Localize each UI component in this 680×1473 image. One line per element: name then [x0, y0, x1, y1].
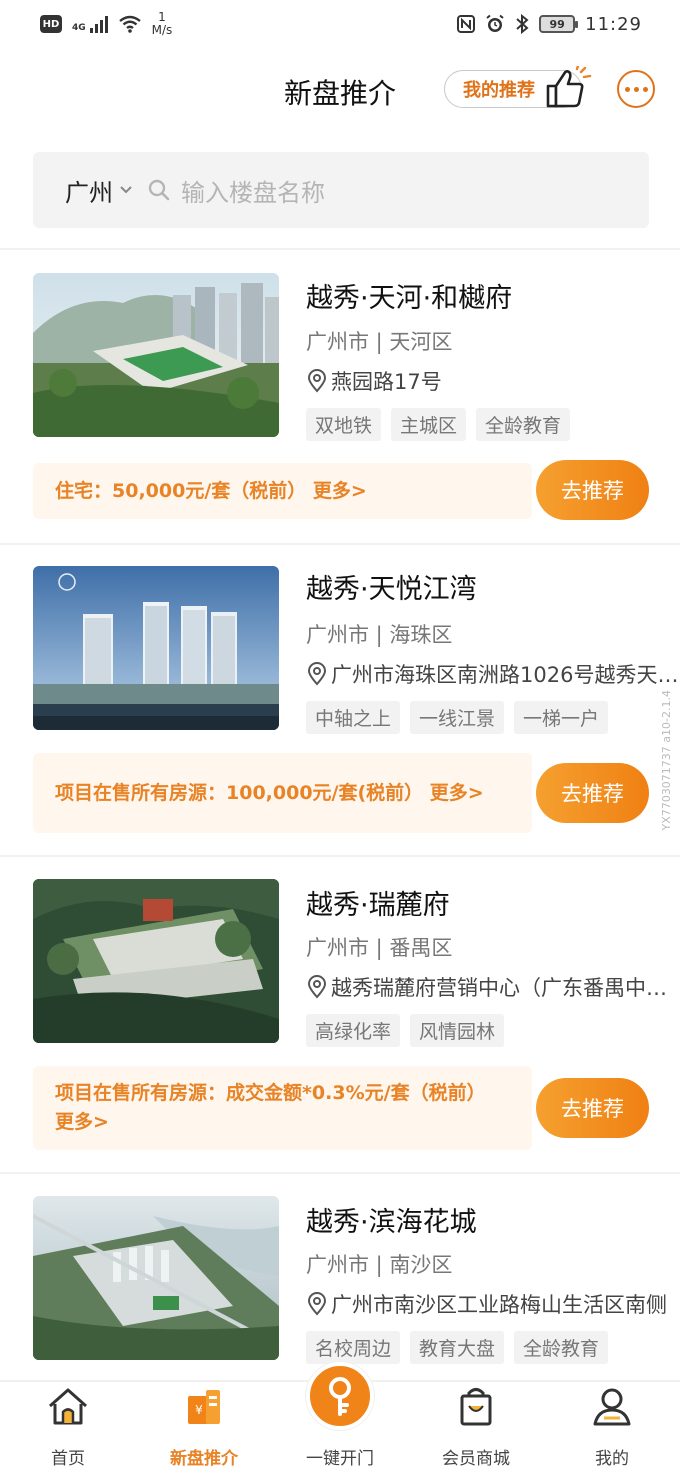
- user-icon: [593, 1388, 631, 1426]
- bluetooth-icon: [516, 14, 529, 34]
- alarm-icon: [486, 14, 504, 32]
- recommend-button[interactable]: 去推荐: [536, 1078, 649, 1138]
- listing-name: 越秀·滨海花城: [306, 1207, 477, 1238]
- listing-location: 广州市 | 海珠区: [306, 623, 453, 647]
- more-options-button[interactable]: [617, 70, 655, 108]
- listing-card[interactable]: 越秀·天悦江湾 广州市 | 海珠区 广州市海珠区南洲路1026号越秀天悦江湾 中…: [0, 545, 680, 855]
- listing-tag: 一线江景: [410, 701, 505, 734]
- listing-tags: 名校周边 教育大盘 全龄教育: [306, 1331, 609, 1364]
- listing-tag: 全龄教育: [514, 1331, 609, 1364]
- commission-info[interactable]: 住宅：50,000元/套（税前） 更多>: [33, 463, 532, 519]
- recommend-button[interactable]: 去推荐: [536, 460, 649, 520]
- thumbs-up-icon: [546, 66, 592, 108]
- search-icon: [148, 179, 170, 201]
- speed-value: 1: [158, 10, 166, 24]
- listing-name: 越秀·天河·和樾府: [306, 283, 513, 314]
- shopping-bag-icon: [460, 1388, 492, 1426]
- listing-tag: 全龄教育: [476, 408, 571, 441]
- nfc-icon: [457, 15, 476, 33]
- clock: 11:29: [585, 13, 642, 35]
- battery-icon: 99: [539, 15, 579, 33]
- signal-icon: [89, 15, 108, 33]
- search-bar: 广州 输入楼盘名称: [33, 152, 649, 228]
- listing-address: 广州市海珠区南洲路1026号越秀天悦江湾: [306, 659, 680, 689]
- status-right: 99 11:29: [457, 14, 642, 35]
- svg-text:¥: ¥: [195, 1403, 203, 1417]
- commission-text: 住宅：50,000元/套（税前） 更多>: [55, 479, 367, 502]
- new-listings-icon: ¥: [188, 1390, 220, 1424]
- wifi-icon: [118, 15, 141, 33]
- listing-tag: 一梯一户: [514, 701, 609, 734]
- listing-tags: 双地铁 主城区 全龄教育: [306, 408, 571, 441]
- city-selector[interactable]: 广州: [65, 173, 113, 208]
- commission-text: 项目在售所有房源：成交金额*0.3%元/套（税前） 更多>: [55, 1082, 486, 1133]
- listing-tag: 名校周边: [306, 1331, 401, 1364]
- search-input[interactable]: 输入楼盘名称: [181, 173, 325, 208]
- tab-label: 会员商城: [442, 1449, 510, 1469]
- listing-address-text: 广州市海珠区南洲路1026号越秀天悦江湾: [331, 663, 680, 687]
- tab-label: 首页: [51, 1449, 85, 1469]
- tab-label: 一键开门: [306, 1449, 374, 1469]
- listing-image[interactable]: [33, 1196, 279, 1360]
- location-pin-icon: [307, 975, 327, 999]
- location-pin-icon: [307, 1292, 327, 1316]
- listing-image[interactable]: [33, 273, 279, 437]
- tab-label: 我的: [595, 1449, 629, 1469]
- listing-tag: 高绿化率: [306, 1014, 401, 1047]
- listing-location: 广州市 | 番禺区: [306, 936, 453, 960]
- listing-location: 广州市 | 南沙区: [306, 1253, 453, 1277]
- side-watermark: YX7703071737 a10-2.1.4: [660, 690, 673, 831]
- tab-mine[interactable]: 我的: [544, 1382, 680, 1473]
- listing-address: 越秀瑞麓府营销中心（广东番禺中心医院: [306, 972, 680, 1002]
- listing-image[interactable]: [33, 566, 279, 730]
- recommend-button[interactable]: 去推荐: [536, 763, 649, 823]
- one-click-open-button[interactable]: [306, 1362, 374, 1430]
- hd-badge: HD: [40, 15, 62, 33]
- listing-location: 广州市 | 天河区: [306, 330, 453, 354]
- tab-member-mall[interactable]: 会员商城: [408, 1382, 544, 1473]
- listing-tags: 中轴之上 一线江景 一梯一户: [306, 701, 609, 734]
- network-type: 4G: [72, 23, 86, 33]
- listing-name: 越秀·瑞麓府: [306, 890, 450, 921]
- listing-address-text: 越秀瑞麓府营销中心（广东番禺中心医院: [331, 976, 680, 1000]
- listing-address-text: 燕园路17号: [331, 370, 442, 394]
- home-icon: [49, 1388, 87, 1425]
- location-pin-icon: [307, 662, 327, 686]
- listing-tag: 双地铁: [306, 408, 382, 441]
- key-icon: [329, 1377, 351, 1416]
- listing-card[interactable]: 越秀·瑞麓府 广州市 | 番禺区 越秀瑞麓府营销中心（广东番禺中心医院 高绿化率…: [0, 857, 680, 1172]
- speed-unit: M/s: [151, 23, 173, 37]
- listing-image[interactable]: [33, 879, 279, 1043]
- header: 新盘推介 我的推荐: [0, 58, 680, 122]
- status-bar: HD 4G 1 M/s 99 11:29: [0, 0, 680, 48]
- listing-tags: 高绿化率 风情园林: [306, 1014, 505, 1047]
- listing-address: 燕园路17号: [306, 366, 680, 396]
- tab-new-listings[interactable]: ¥ 新盘推介: [136, 1382, 272, 1473]
- commission-text: 项目在售所有房源：100,000元/套(税前） 更多>: [55, 781, 484, 804]
- tab-home[interactable]: 首页: [0, 1382, 136, 1473]
- listing-address-text: 广州市南沙区工业路梅山生活区南侧: [331, 1293, 667, 1317]
- listing-tag: 中轴之上: [306, 701, 401, 734]
- commission-info[interactable]: 项目在售所有房源：成交金额*0.3%元/套（税前） 更多>: [33, 1066, 532, 1150]
- listing-card[interactable]: 越秀·天河·和樾府 广州市 | 天河区 燕园路17号 双地铁 主城区 全龄教育 …: [0, 250, 680, 543]
- listing-tag: 风情园林: [410, 1014, 505, 1047]
- network-speed: 1 M/s: [152, 11, 173, 37]
- listing-name: 越秀·天悦江湾: [306, 574, 477, 605]
- status-left: HD 4G 1 M/s: [40, 11, 172, 37]
- listing-card[interactable]: 越秀·滨海花城 广州市 | 南沙区 广州市南沙区工业路梅山生活区南侧 名校周边 …: [0, 1174, 680, 1380]
- listing-tag: 教育大盘: [410, 1331, 505, 1364]
- my-recommend-label: 我的推荐: [463, 80, 535, 101]
- tab-label: 新盘推介: [170, 1449, 238, 1469]
- chevron-down-icon[interactable]: [119, 183, 133, 197]
- listing-tag: 主城区: [391, 408, 467, 441]
- commission-info[interactable]: 项目在售所有房源：100,000元/套(税前） 更多>: [33, 753, 532, 833]
- listing-address: 广州市南沙区工业路梅山生活区南侧: [306, 1289, 680, 1319]
- location-pin-icon: [307, 369, 327, 393]
